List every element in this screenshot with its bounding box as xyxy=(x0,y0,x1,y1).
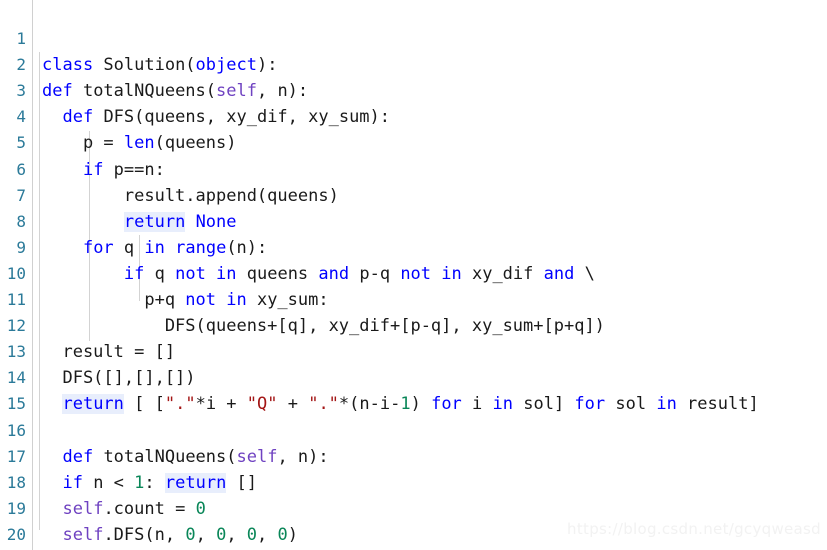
code-line[interactable]: 20 return self.count xyxy=(0,496,827,544)
code-line[interactable]: 8 for q in range(n): xyxy=(0,183,827,258)
code-line[interactable]: 13 DFS([],[],[]) xyxy=(0,313,827,388)
code-lines[interactable]: 1 class Solution(object): 2 def totalNQu… xyxy=(0,0,827,550)
code-line[interactable]: 14 return [ ["."*i + "Q" + "."*(n-i-1) f… xyxy=(0,339,827,415)
code-line[interactable]: 15 xyxy=(0,365,827,413)
code-line[interactable]: 7 return None xyxy=(0,157,827,232)
code-line[interactable]: 12 result = [] xyxy=(0,287,827,362)
code-line[interactable]: 6 result.append(queens) xyxy=(0,130,827,206)
code-line[interactable]: 16 def totalNQueens(self, n): xyxy=(0,391,827,467)
code-line[interactable]: 18 self.count = 0 xyxy=(0,444,827,519)
code-editor[interactable]: 1 class Solution(object): 2 def totalNQu… xyxy=(0,0,827,550)
watermark: https://blog.csdn.net/gcyqweasd xyxy=(567,520,821,538)
code-line[interactable]: 1 class Solution(object): xyxy=(0,0,827,75)
code-line[interactable]: 19 self.DFS(n, 0, 0, 0, 0) xyxy=(0,470,827,545)
code-line[interactable]: 9 if q not in queens and p-q not in xy_d… xyxy=(0,209,827,284)
code-line[interactable]: 3 def DFS(queens, xy_dif, xy_sum): xyxy=(0,52,827,127)
code-line[interactable]: 10 p+q not in xy_sum: xyxy=(0,235,827,310)
code-line[interactable]: 17 if n < 1: return [] xyxy=(0,418,827,493)
code-line[interactable]: 5 if p==n: xyxy=(0,104,827,179)
code-line[interactable]: 11 DFS(queens+[q], xy_dif+[p-q], xy_sum+… xyxy=(0,261,827,336)
code-line[interactable]: 4 p = len(queens) xyxy=(0,78,827,153)
code-line[interactable]: 2 def totalNQueens(self, n): xyxy=(0,26,827,101)
